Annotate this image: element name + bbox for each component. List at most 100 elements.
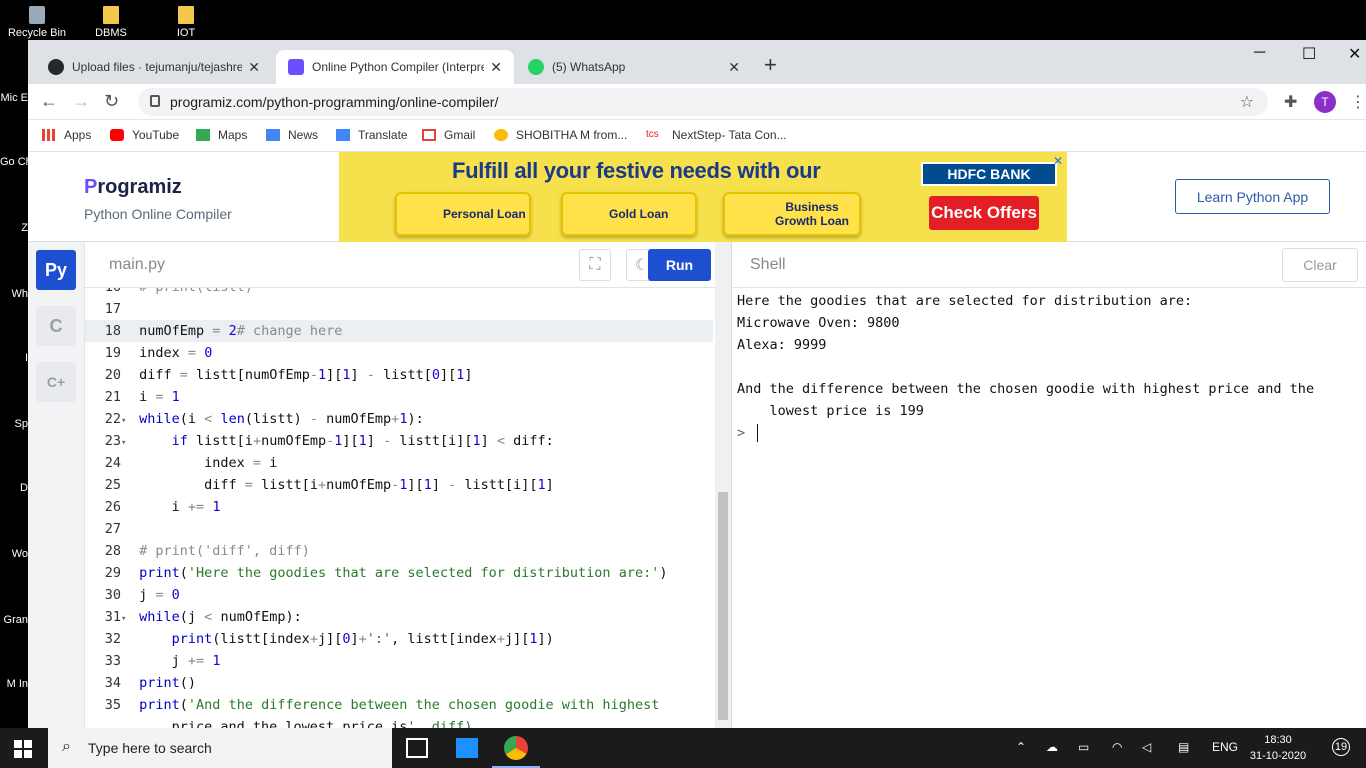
tab-close-icon[interactable]: ✕ bbox=[490, 59, 502, 76]
volume-icon[interactable]: ◁ bbox=[1142, 740, 1151, 754]
code-line[interactable]: 34 print() bbox=[85, 672, 713, 694]
menu-kebab-icon[interactable]: ⋮ bbox=[1350, 92, 1366, 112]
shell-output[interactable]: Here the goodies that are selected for d… bbox=[737, 290, 1357, 444]
bookmark-gmail[interactable]: Gmail bbox=[422, 128, 475, 142]
tab-whatsapp[interactable]: (5) WhatsApp ✕ bbox=[516, 50, 752, 84]
clear-button[interactable]: Clear bbox=[1282, 248, 1358, 282]
desktop-side-label[interactable]: Gran bbox=[0, 614, 28, 626]
ad-gold-loan[interactable]: Gold Loan bbox=[561, 192, 697, 236]
ad-business-growth-loan[interactable]: Business Growth Loan bbox=[723, 192, 861, 236]
code-line[interactable]: 21 i = 1 bbox=[85, 386, 713, 408]
bookmark-nextstep[interactable]: tcs NextStep- Tata Con... bbox=[646, 128, 787, 142]
desktop-icon-dbms[interactable]: DBMS bbox=[76, 4, 146, 39]
desktop-side-label[interactable]: Mic E bbox=[0, 92, 29, 104]
chrome-app-icon[interactable] bbox=[504, 736, 528, 760]
notification-center-badge[interactable]: 19 bbox=[1332, 738, 1350, 756]
bookmark-youtube[interactable]: YouTube bbox=[110, 128, 179, 142]
battery-icon[interactable]: ▭ bbox=[1078, 740, 1089, 754]
code-line[interactable]: 28 # print('diff', diff) bbox=[85, 540, 713, 562]
python-language-icon[interactable]: Py bbox=[36, 250, 76, 290]
code-line[interactable]: price and the lowest price is', diff) bbox=[85, 716, 713, 728]
reload-icon[interactable]: ↻ bbox=[104, 91, 119, 112]
language-indicator[interactable]: ENG bbox=[1212, 740, 1238, 754]
extensions-icon[interactable]: ✚ bbox=[1284, 92, 1297, 112]
learn-python-app-button[interactable]: Learn Python App bbox=[1175, 179, 1330, 214]
desktop-side-label[interactable]: Z bbox=[0, 222, 28, 234]
code-line[interactable]: 33 j += 1 bbox=[85, 650, 713, 672]
code-line[interactable]: 20 diff = listt[numOfEmp-1][1] - listt[0… bbox=[85, 364, 713, 386]
code-line[interactable]: 16 # print(listt) bbox=[85, 288, 713, 298]
code-line[interactable]: 23▾ if listt[i+numOfEmp-1][1] - listt[i]… bbox=[85, 430, 713, 452]
tab-close-icon[interactable]: ✕ bbox=[248, 59, 260, 76]
fullscreen-icon[interactable]: ⛶ bbox=[579, 249, 611, 281]
close-window-button[interactable]: ✕ bbox=[1348, 44, 1361, 64]
desktop-side-label[interactable]: Wo bbox=[0, 548, 28, 560]
bookmark-translate[interactable]: Translate bbox=[336, 128, 408, 142]
c-language-icon[interactable]: C bbox=[36, 306, 76, 346]
desktop-icon-recycle-bin[interactable]: Recycle Bin bbox=[2, 4, 72, 39]
code-area[interactable]: 16 # print(listt) 17 18 numOfEmp = 2# cha… bbox=[85, 288, 713, 728]
tab-online-python-compiler[interactable]: Online Python Compiler (Interpreter) ✕ bbox=[276, 50, 514, 84]
task-view-icon[interactable] bbox=[406, 738, 428, 758]
taskbar-clock[interactable]: 18:30 31-10-2020 bbox=[1248, 732, 1308, 764]
taskbar-search-box[interactable]: ⌕ Type here to search bbox=[48, 728, 392, 768]
cpp-language-icon[interactable]: C+ bbox=[36, 362, 76, 402]
tray-chevron-up-icon[interactable]: ⌃ bbox=[1016, 740, 1026, 754]
search-placeholder: Type here to search bbox=[88, 740, 212, 756]
code-line[interactable]: 19 index = 0 bbox=[85, 342, 713, 364]
code-line[interactable]: 30 j = 0 bbox=[85, 584, 713, 606]
profile-avatar[interactable]: T bbox=[1314, 91, 1336, 113]
fold-chevron-icon[interactable]: ▾ bbox=[121, 608, 131, 630]
wifi-icon[interactable]: ◠ bbox=[1112, 740, 1122, 754]
line-number: 20 bbox=[104, 367, 121, 383]
scrollbar-thumb[interactable] bbox=[718, 492, 728, 720]
tab-github-upload[interactable]: Upload files · tejumanju/tejashree ✕ bbox=[36, 50, 272, 84]
code-line[interactable]: 29 print('Here the goodies that are sele… bbox=[85, 562, 713, 584]
desktop-side-label[interactable]: Wh bbox=[0, 288, 29, 300]
desktop-icon-iot[interactable]: IOT bbox=[151, 4, 221, 39]
onedrive-cloud-icon[interactable]: ☁ bbox=[1046, 740, 1058, 754]
desktop-side-label[interactable]: M In bbox=[0, 678, 28, 690]
tab-close-icon[interactable]: ✕ bbox=[728, 59, 740, 76]
bookmark-apps[interactable]: Apps bbox=[42, 128, 91, 142]
file-tab-main-py[interactable]: main.py bbox=[109, 256, 165, 274]
ime-icon[interactable]: ▤ bbox=[1178, 740, 1189, 754]
tab-title: Upload files · tejumanju/tejashree bbox=[72, 60, 243, 74]
bookmark-news[interactable]: News bbox=[266, 128, 318, 142]
bookmark-star-icon[interactable]: ☆ bbox=[1240, 92, 1254, 112]
run-button[interactable]: Run bbox=[648, 249, 711, 281]
bookmark-maps[interactable]: Maps bbox=[196, 128, 247, 142]
fold-chevron-icon[interactable]: ▾ bbox=[121, 432, 131, 454]
code-line[interactable]: 25 diff = listt[i+numOfEmp-1][1] - listt… bbox=[85, 474, 713, 496]
desktop-side-label[interactable]: Go Ch bbox=[0, 156, 28, 168]
code-line[interactable]: 27 bbox=[85, 518, 713, 540]
advertisement-banner[interactable]: Fulfill all your festive needs with our … bbox=[339, 152, 1067, 242]
forward-arrow-icon[interactable]: → bbox=[72, 91, 90, 112]
code-line[interactable]: 17 bbox=[85, 298, 713, 320]
maximize-button[interactable]: ☐ bbox=[1302, 44, 1316, 64]
desktop-side-label[interactable]: Sp bbox=[0, 418, 28, 430]
address-bar[interactable]: programiz.com/python-programming/online-… bbox=[138, 88, 1268, 116]
ad-personal-loan[interactable]: Personal Loan bbox=[395, 192, 531, 236]
editor-scrollbar[interactable] bbox=[715, 242, 731, 728]
desktop-side-label[interactable]: D bbox=[0, 482, 28, 494]
check-offers-button[interactable]: Check Offers bbox=[929, 196, 1039, 230]
code-line[interactable]: 31▾ while(j < numOfEmp): bbox=[85, 606, 713, 628]
code-line[interactable]: 22▾ while(i < len(listt) - numOfEmp+1): bbox=[85, 408, 713, 430]
back-arrow-icon[interactable]: ← bbox=[40, 91, 58, 112]
code-line[interactable]: 32 print(listt[index+j][0]+':', listt[in… bbox=[85, 628, 713, 650]
code-line[interactable]: 24 index = i bbox=[85, 452, 713, 474]
windows-start-icon[interactable] bbox=[14, 740, 32, 758]
bookmark-shobitha[interactable]: SHOBITHA M from... bbox=[494, 128, 627, 142]
code-line[interactable]: 26 i += 1 bbox=[85, 496, 713, 518]
new-tab-button[interactable]: + bbox=[764, 52, 777, 78]
calculator-app-icon[interactable] bbox=[456, 738, 478, 758]
code-line[interactable]: 35 print('And the difference between the… bbox=[85, 694, 713, 716]
site-header: Programiz Python Online Compiler Fulfill… bbox=[28, 152, 1366, 242]
code-line[interactable]: 18 numOfEmp = 2# change here bbox=[85, 320, 713, 342]
desktop-side-label[interactable]: I bbox=[0, 352, 28, 364]
programiz-logo[interactable]: Programiz bbox=[84, 176, 182, 199]
ad-close-icon[interactable]: ✕ bbox=[1053, 154, 1063, 168]
fold-chevron-icon[interactable]: ▾ bbox=[121, 410, 131, 432]
minimize-button[interactable]: ─ bbox=[1254, 44, 1265, 62]
